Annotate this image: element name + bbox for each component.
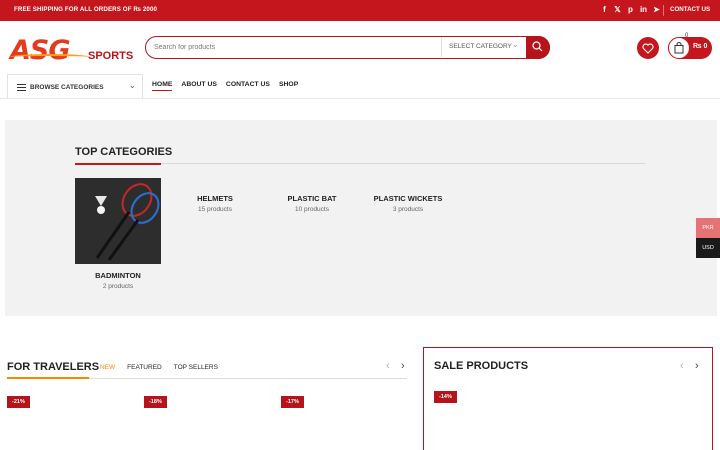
category-count-plastic-wickets: 3 products: [392, 206, 424, 213]
tab-top-sellers[interactable]: TOP SELLERS: [174, 364, 218, 371]
nav-item-about-us[interactable]: ABOUT US: [181, 81, 217, 91]
chevron-right-icon[interactable]: ›: [695, 360, 699, 372]
category-name-plastic-bat[interactable]: PLASTIC BAT: [257, 194, 367, 203]
chevron-left-icon[interactable]: ‹: [680, 360, 684, 372]
chevron-right-icon[interactable]: ›: [401, 360, 405, 372]
cart-total: ₨ 0: [693, 43, 708, 50]
browse-categories-button[interactable]: BROWSE CATEGORIES ⌄: [7, 74, 143, 99]
wishlist-button[interactable]: [637, 37, 659, 59]
for-travelers-title: FOR TRAVELERS: [7, 361, 100, 373]
nav-item-contact-us[interactable]: CONTACT US: [226, 81, 270, 91]
shopping-bag-icon: [674, 42, 684, 54]
category-count-helmets: 15 products: [198, 206, 232, 213]
currency-usd[interactable]: USD: [696, 238, 720, 258]
badminton-category-image[interactable]: [75, 178, 161, 264]
main-nav: HOME ABOUT US CONTACT US SHOP: [152, 81, 307, 91]
pinterest-icon[interactable]: p: [626, 4, 635, 16]
category-count-plastic-bat: 10 products: [295, 206, 329, 213]
site-logo[interactable]: ASG SPORTS: [10, 37, 135, 65]
discount-badge: -14%: [434, 391, 457, 403]
category-name-badminton[interactable]: BADMINTON: [63, 271, 173, 280]
section-divider-accent: [75, 163, 161, 165]
sale-products-section: SALE PRODUCTS ‹ › -14%: [423, 347, 713, 450]
cart-button[interactable]: 0 ₨ 0: [668, 33, 712, 59]
facebook-icon[interactable]: f: [600, 4, 609, 16]
discount-badge: -18%: [144, 396, 167, 408]
shipping-notice: FREE SHIPPING FOR ALL ORDERS OF ₨ 2000: [14, 6, 158, 13]
telegram-icon[interactable]: ➤: [652, 4, 661, 16]
top-announcement-bar: FREE SHIPPING FOR ALL ORDERS OF ₨ 2000 f…: [0, 0, 720, 21]
topbar-divider: [663, 5, 664, 16]
section-divider-accent: [7, 377, 89, 379]
currency-pkr[interactable]: PKR: [696, 218, 720, 238]
chevron-left-icon[interactable]: ‹: [386, 360, 390, 372]
category-count-badminton: 2 products: [102, 283, 134, 290]
top-categories-section: TOP CATEGORIES BADMINTON 2 products HELM…: [5, 120, 717, 316]
top-categories-title: TOP CATEGORIES: [75, 146, 173, 158]
nav-item-shop[interactable]: SHOP: [279, 81, 298, 91]
search-button[interactable]: [526, 35, 550, 59]
nav-divider: [0, 98, 720, 99]
chevron-down-icon: ⌄: [129, 81, 136, 90]
search-bar: SELECT CATEGORY ⌄: [145, 35, 550, 59]
menu-icon: [17, 84, 26, 91]
tab-new[interactable]: NEW: [100, 364, 115, 371]
x-icon[interactable]: 𝕏: [613, 4, 622, 16]
social-links: f 𝕏 p in ➤: [600, 4, 661, 16]
product-tabs: NEW FEATURED TOP SELLERS: [100, 364, 230, 371]
logo-sub-text: SPORTS: [88, 50, 134, 62]
search-icon: [532, 40, 543, 51]
linkedin-icon[interactable]: in: [639, 4, 648, 16]
category-name-helmets[interactable]: HELMETS: [160, 194, 270, 203]
sale-products-title: SALE PRODUCTS: [434, 360, 529, 372]
heart-icon: [642, 43, 654, 54]
search-divider: [441, 37, 442, 57]
nav-item-home[interactable]: HOME: [152, 81, 173, 91]
category-name-plastic-wickets[interactable]: PLASTIC WICKETS: [353, 194, 463, 203]
cart-count-badge: 0: [685, 33, 689, 39]
discount-badge: -17%: [281, 396, 304, 408]
discount-badge: -21%: [7, 396, 30, 408]
tab-featured[interactable]: FEATURED: [127, 364, 162, 371]
search-input[interactable]: [154, 40, 434, 55]
chevron-down-icon: ⌄: [512, 40, 519, 49]
topbar-contact-link[interactable]: CONTACT US: [670, 6, 710, 13]
logo-swoosh: [10, 54, 90, 60]
logo-main-text: ASG: [10, 35, 71, 66]
cart-bag: [668, 37, 690, 59]
category-select[interactable]: SELECT CATEGORY: [449, 43, 512, 50]
browse-categories-label: BROWSE CATEGORIES: [30, 84, 104, 91]
